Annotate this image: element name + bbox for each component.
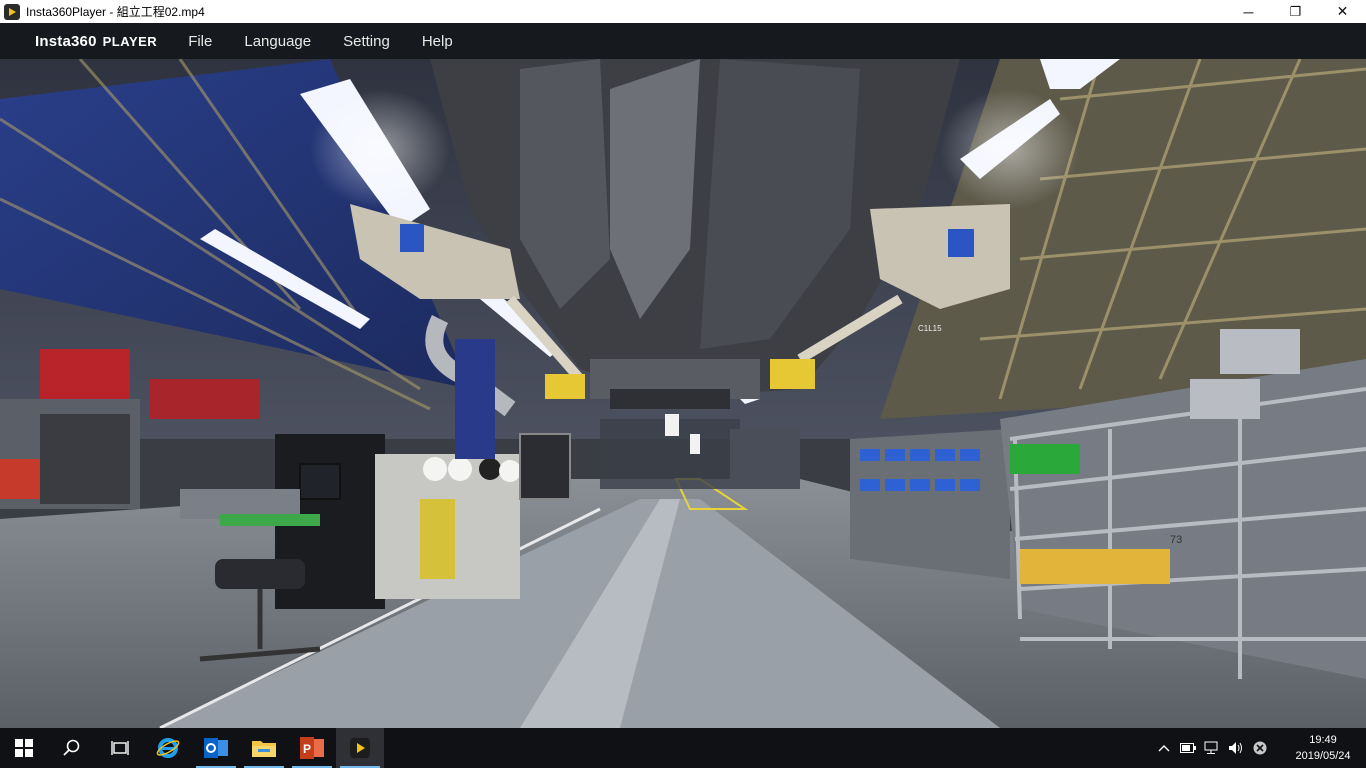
task-view-icon	[111, 741, 129, 755]
close-circle-icon	[1253, 741, 1267, 755]
close-button[interactable]: ✕	[1319, 0, 1366, 23]
taskbar-outlook[interactable]	[192, 728, 240, 768]
menu-file[interactable]: File	[172, 23, 228, 59]
search-button[interactable]	[48, 728, 96, 768]
clock-time: 19:49	[1309, 734, 1337, 746]
video-viewport[interactable]: C1L15 73	[0, 59, 1366, 728]
windows-taskbar: P 19:49 2019/05/24	[0, 728, 1366, 768]
internet-explorer-icon	[156, 738, 180, 758]
outlook-icon	[204, 738, 228, 758]
menu-bar: Insta360 PLAYER File Language Setting Hel…	[0, 23, 1366, 59]
brand-logo: Insta360 PLAYER	[35, 33, 157, 50]
powerpoint-icon: P	[300, 737, 324, 759]
window-controls: ─ ❐ ✕	[1225, 0, 1366, 23]
windows-start-icon	[15, 739, 33, 757]
taskbar-clock[interactable]: 19:49 2019/05/24	[1280, 728, 1366, 768]
system-tray: 19:49 2019/05/24	[1152, 728, 1366, 768]
network-tray[interactable]	[1200, 728, 1224, 768]
battery-icon	[1180, 743, 1196, 753]
taskbar-powerpoint[interactable]: P	[288, 728, 336, 768]
notification-tray[interactable]	[1248, 728, 1272, 768]
window-title: Insta360Player - 組立工程02.mp4	[26, 5, 205, 19]
network-icon	[1204, 741, 1218, 754]
task-view-button[interactable]	[96, 728, 144, 768]
sign-c1l15: C1L15	[918, 324, 942, 333]
menu-language[interactable]: Language	[228, 23, 327, 59]
taskbar-file-explorer[interactable]	[240, 728, 288, 768]
menu-setting[interactable]: Setting	[327, 23, 406, 59]
start-button[interactable]	[0, 728, 48, 768]
taskbar-internet-explorer[interactable]	[144, 728, 192, 768]
speaker-icon	[1229, 742, 1242, 754]
brand-sub: PLAYER	[102, 33, 158, 49]
brand-name: Insta360	[35, 32, 97, 50]
maximize-button[interactable]: ❐	[1272, 0, 1319, 23]
sign-73: 73	[1170, 534, 1182, 546]
file-explorer-icon	[252, 741, 276, 757]
clock-date: 2019/05/24	[1295, 750, 1351, 762]
battery-tray[interactable]	[1176, 728, 1200, 768]
minimize-button[interactable]: ─	[1225, 0, 1272, 23]
insta360-player-icon	[350, 738, 370, 758]
taskbar-insta360-player[interactable]	[336, 728, 384, 768]
window-title-bar[interactable]: Insta360Player - 組立工程02.mp4 ─ ❐ ✕	[0, 0, 1366, 23]
volume-tray[interactable]	[1224, 728, 1248, 768]
video-frame: C1L15 73	[0, 59, 1366, 728]
show-hidden-icons-chevron[interactable]	[1152, 728, 1176, 768]
menu-help[interactable]: Help	[406, 23, 469, 59]
search-icon	[63, 739, 80, 756]
chevron-up-icon	[1158, 745, 1170, 752]
insta360-app-icon	[4, 3, 20, 20]
svg-text:P: P	[303, 742, 311, 756]
